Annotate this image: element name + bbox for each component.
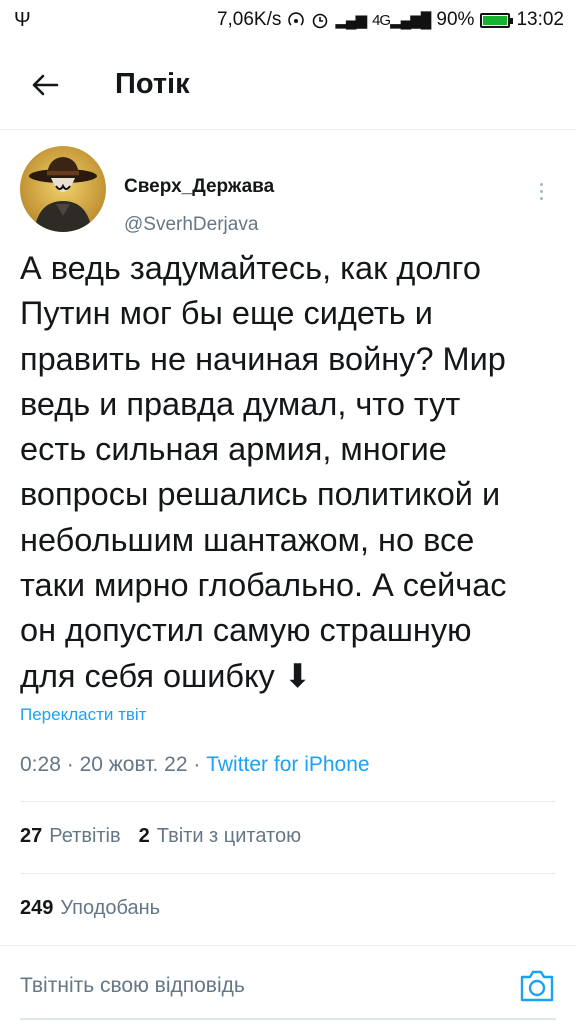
- page-title: Потік: [115, 68, 190, 100]
- more-dot: [539, 196, 543, 200]
- battery-percent: 90%: [436, 9, 475, 30]
- tweet-client-link[interactable]: Twitter for iPhone: [206, 753, 369, 776]
- reply-bar: Твітніть свою відповідь: [0, 945, 576, 1024]
- meta-separator: ·: [193, 753, 201, 776]
- battery-icon: [480, 12, 514, 28]
- network-speed: 7,06K/s: [216, 9, 282, 30]
- tweet-date: 20 жовт. 22: [79, 753, 188, 776]
- arrow-left-icon: [32, 74, 59, 95]
- tweet-time: 0:28: [20, 753, 61, 776]
- author-name[interactable]: Сверх_Держава: [124, 176, 274, 198]
- translate-tweet-link[interactable]: Перекласти твіт: [20, 705, 146, 725]
- tweet-meta: 0:28 · 20 жовт. 22 · Twitter for iPhone: [20, 753, 370, 777]
- wifi-signal-icon: ▂▄▆: [335, 12, 367, 29]
- meta-separator: ·: [66, 753, 74, 776]
- usb-icon: Ψ: [14, 8, 31, 31]
- more-dot: [539, 189, 543, 193]
- reply-input[interactable]: Твітніть свою відповідь: [20, 974, 245, 998]
- quotes-label: Твіти з цитатою: [156, 825, 302, 847]
- status-indicators: 7,06K/s ▂▄▆ 4G▂▄▆█ 90% 13:02: [217, 9, 564, 31]
- likes-label: Уподобань: [60, 897, 161, 919]
- reply-underline: [20, 1018, 556, 1020]
- tweet-text: А ведь задумайтесь, как долго Путин мог …: [20, 250, 507, 694]
- author-row: Сверх_Держава @SverhDerjava: [20, 146, 556, 236]
- more-dot: [539, 182, 543, 186]
- status-bar: Ψ 7,06K/s ▂▄▆ 4G▂▄▆█ 90% 13:02: [0, 0, 576, 40]
- retweets-count: 27: [20, 825, 43, 847]
- camera-button[interactable]: [518, 968, 556, 1004]
- camera-icon: [520, 970, 554, 1002]
- retweet-stats: 27 Ретвітів 2 Твіти з цитатою: [20, 825, 301, 848]
- alarm-icon: [313, 13, 328, 29]
- retweets-label: Ретвітів: [49, 825, 121, 847]
- author-handle[interactable]: @SverhDerjava: [124, 214, 258, 236]
- likes-stat[interactable]: 249 Уподобань: [20, 897, 160, 920]
- divider: [20, 873, 556, 874]
- cellular-signal-icon: 4G▂▄▆█: [372, 12, 431, 29]
- retweets-stat[interactable]: 27 Ретвітів: [20, 825, 121, 848]
- avatar[interactable]: [20, 146, 106, 232]
- clock: 13:02: [516, 9, 564, 30]
- likes-count: 249: [20, 897, 54, 919]
- app-header: Потік: [0, 40, 576, 130]
- quotes-stat[interactable]: 2 Твіти з цитатою: [139, 825, 301, 848]
- divider: [20, 801, 556, 802]
- quotes-count: 2: [138, 825, 150, 847]
- network-type: 4G: [372, 12, 391, 29]
- back-button[interactable]: [15, 55, 75, 115]
- battery-level: [483, 15, 507, 25]
- avatar-image: [20, 146, 106, 232]
- more-options-button[interactable]: [526, 176, 556, 206]
- hotspot-icon: [288, 12, 305, 26]
